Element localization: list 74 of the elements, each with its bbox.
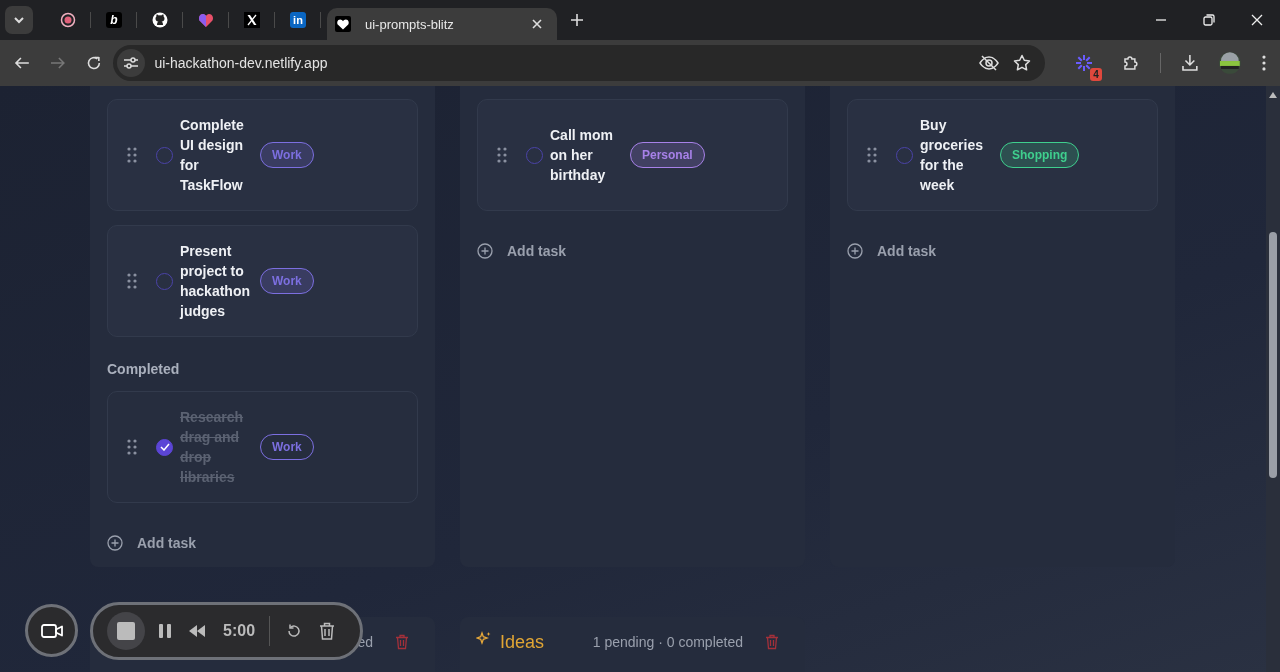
list-title: Ideas: [500, 631, 545, 653]
site-info-button[interactable]: [117, 49, 146, 77]
drag-handle-icon[interactable]: [127, 273, 137, 289]
task-card[interactable]: Call mom on her birthday Personal: [477, 99, 788, 211]
task-tag: Shopping: [1000, 142, 1080, 168]
scrollbar[interactable]: [1266, 86, 1280, 672]
puzzle-icon[interactable]: [1121, 54, 1140, 72]
task-title: Present project to hackathon judges: [180, 242, 251, 321]
drag-handle-icon[interactable]: [867, 147, 877, 163]
task-tag: Work: [260, 268, 314, 294]
eye-off-icon[interactable]: [978, 55, 999, 71]
star-icon[interactable]: [1012, 54, 1031, 72]
record-icon: [60, 12, 76, 28]
camera-button[interactable]: [25, 604, 78, 657]
tab-list-button[interactable]: [5, 6, 33, 34]
cat-logo-icon: [152, 12, 168, 28]
video-camera-icon: [40, 623, 63, 638]
scroll-up-icon[interactable]: [1269, 92, 1277, 98]
timer-text: 5:00: [223, 622, 256, 640]
tab-title: ui-prompts-blitz: [365, 16, 455, 32]
notification-badge: 4: [1090, 68, 1102, 81]
site-favicon: b: [106, 12, 122, 28]
x-logo-icon: [244, 12, 260, 28]
plus-circle-icon: [477, 243, 493, 259]
task-checkbox[interactable]: [156, 438, 173, 456]
drag-handle-icon[interactable]: [127, 147, 137, 163]
add-task-button[interactable]: Add task: [107, 531, 197, 555]
task-card[interactable]: Present project to hackathon judges Work: [107, 225, 418, 337]
task-card[interactable]: Complete UI design for TaskFlow Work: [107, 99, 418, 211]
avatar-icon[interactable]: [1218, 51, 1243, 75]
drag-handle-icon[interactable]: [497, 147, 507, 163]
section-heading: Completed: [107, 360, 181, 377]
more-menu-icon[interactable]: [1262, 55, 1266, 71]
plus-icon: [570, 13, 584, 27]
task-card[interactable]: Buy groceries for the week Shopping: [847, 99, 1158, 211]
task-tag: Work: [260, 142, 314, 168]
checkmark-icon: [159, 443, 170, 451]
drag-handle-icon[interactable]: [127, 439, 137, 455]
task-title: Call mom on her birthday: [550, 126, 614, 185]
browser-tab[interactable]: in: [275, 0, 321, 40]
rewind-icon[interactable]: [188, 625, 206, 637]
task-title: Complete UI design for TaskFlow: [180, 116, 245, 195]
add-task-button[interactable]: Add task: [477, 239, 567, 263]
stop-button[interactable]: [107, 612, 145, 650]
reload-icon[interactable]: [85, 55, 102, 71]
plus-circle-icon: [847, 243, 863, 259]
task-tag: Personal: [630, 142, 705, 168]
close-icon[interactable]: [531, 18, 543, 30]
browser-tab[interactable]: ui-prompts-blitz: [327, 8, 557, 40]
close-icon[interactable]: [1251, 14, 1263, 26]
url-text: ui-hackathon-dev.netlify.app: [154, 55, 328, 71]
extension-button[interactable]: 4: [1074, 54, 1102, 81]
browser-tab[interactable]: b: [91, 0, 137, 40]
back-arrow-icon[interactable]: [14, 55, 30, 71]
pause-icon[interactable]: [159, 624, 171, 638]
restore-icon[interactable]: [1203, 14, 1215, 26]
site-favicon: in: [290, 12, 306, 28]
plus-circle-icon: [107, 535, 123, 551]
trash-icon[interactable]: [319, 622, 336, 640]
scrollbar-thumb[interactable]: [1269, 232, 1277, 478]
restart-icon[interactable]: [286, 623, 303, 639]
burst-icon: [1074, 54, 1093, 72]
sparkle-icon: [476, 631, 492, 647]
add-task-button[interactable]: Add task: [847, 239, 937, 263]
stop-icon: [117, 622, 135, 640]
sliders-icon: [123, 56, 140, 70]
download-icon[interactable]: [1180, 54, 1199, 72]
heart-icon: [198, 12, 214, 28]
heart-icon: [335, 16, 351, 32]
address-bar[interactable]: ui-hackathon-dev.netlify.app: [113, 45, 1045, 81]
forward-arrow-icon: [49, 55, 66, 71]
task-title: Buy groceries for the week: [920, 116, 985, 195]
chevron-down-icon: [13, 14, 25, 26]
task-summary: 1 pending · 0 completed: [592, 633, 743, 652]
